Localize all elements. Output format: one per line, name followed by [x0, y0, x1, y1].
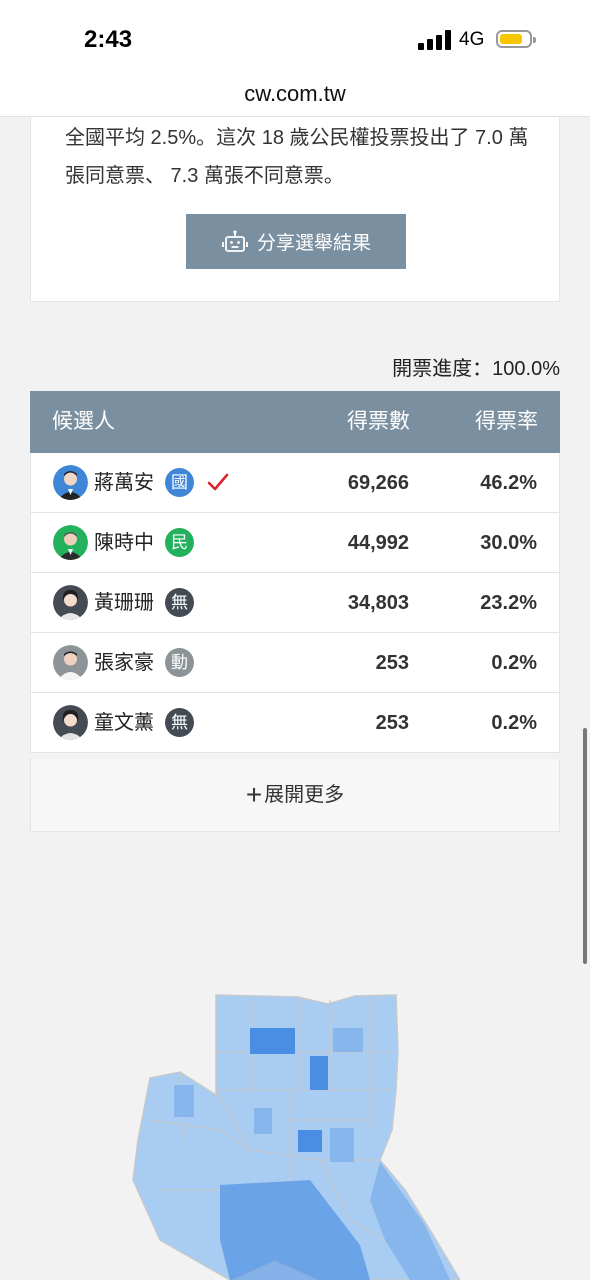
- vote-rate: 0.2%: [491, 652, 537, 674]
- table-header: 候選人 得票數 得票率: [30, 391, 560, 453]
- status-bar: 2:43 4G: [0, 0, 590, 72]
- vote-count: 34,803: [347, 592, 409, 614]
- party-badge: 無: [165, 708, 194, 737]
- header-candidate: 候選人: [52, 410, 115, 433]
- party-badge: 動: [165, 648, 194, 677]
- table-row: 陳時中 民 44,992 30.0%: [30, 513, 560, 573]
- url-text: cw.com.tw: [244, 81, 346, 106]
- party-badge: 國: [165, 468, 194, 497]
- robot-icon: [222, 229, 248, 252]
- candidate-avatar: [53, 525, 88, 560]
- expand-more-label: 展開更多: [264, 784, 345, 806]
- candidate-avatar: [53, 585, 88, 620]
- table-row: 蔣萬安 國 69,266 46.2%: [30, 453, 560, 513]
- summary-text: 全國平均 2.5%。這次 18 歲公民權投票投出了 7.0 萬張同意票、 7.3…: [65, 127, 529, 187]
- counting-progress: 開票進度：100.0%: [392, 358, 560, 380]
- candidate-avatar: [53, 465, 88, 500]
- vote-count: 253: [375, 712, 409, 734]
- vote-rate: 23.2%: [480, 592, 537, 614]
- expand-more-button[interactable]: + 展開更多: [30, 759, 560, 832]
- candidate-name: 蔣萬安: [94, 472, 154, 494]
- vote-count: 253: [375, 652, 409, 674]
- signal-icon: [418, 30, 451, 50]
- battery-icon: [496, 30, 536, 48]
- candidate-name: 童文薰: [94, 712, 154, 734]
- vote-rate: 30.0%: [480, 532, 537, 554]
- vote-rate: 46.2%: [480, 472, 537, 494]
- vote-count: 44,992: [347, 532, 409, 554]
- table-row: 黃珊珊 無 34,803 23.2%: [30, 573, 560, 633]
- address-bar[interactable]: cw.com.tw: [0, 72, 590, 117]
- table-row: 張家豪 動 253 0.2%: [30, 633, 560, 693]
- candidate-name: 陳時中: [94, 532, 154, 554]
- elected-check-icon: [207, 473, 229, 491]
- header-votes: 得票數: [347, 410, 410, 433]
- vote-rate: 0.2%: [491, 712, 537, 734]
- status-time: 2:43: [84, 26, 133, 53]
- candidate-name: 黃珊珊: [94, 592, 154, 614]
- header-rate: 得票率: [475, 410, 538, 433]
- results-table: 候選人 得票數 得票率 蔣萬安 國 69,266 46.2% 陳時中 民 44,…: [30, 391, 560, 753]
- vote-count: 69,266: [347, 472, 409, 494]
- network-type: 4G: [459, 29, 485, 50]
- table-row: 童文薰 無 253 0.2%: [30, 693, 560, 753]
- candidate-avatar: [53, 705, 88, 740]
- candidate-name: 張家豪: [94, 652, 154, 674]
- party-badge: 民: [165, 528, 194, 557]
- share-button-label: 分享選舉結果: [256, 233, 371, 254]
- candidate-avatar: [53, 645, 88, 680]
- summary-card: 全國平均 2.5%。這次 18 歲公民權投票投出了 7.0 萬張同意票、 7.3…: [30, 117, 560, 302]
- plus-icon: +: [245, 779, 263, 810]
- share-results-button[interactable]: 分享選舉結果: [186, 214, 406, 269]
- party-badge: 無: [165, 588, 194, 617]
- page-scrollbar[interactable]: [583, 728, 587, 964]
- district-map: [132, 994, 460, 1280]
